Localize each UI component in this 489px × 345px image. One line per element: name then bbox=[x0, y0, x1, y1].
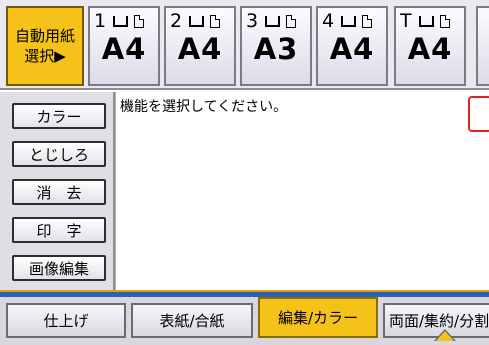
tray-bypass-button[interactable]: T A4 bbox=[394, 6, 466, 86]
tray-icon bbox=[341, 15, 357, 27]
auto-paper-label-line2: 選択▶ bbox=[24, 47, 66, 65]
message-area bbox=[115, 92, 489, 292]
tab-edit-color[interactable]: 編集/カラー bbox=[258, 297, 378, 338]
paper-orientation-icon bbox=[362, 14, 373, 28]
paper-orientation-icon bbox=[286, 14, 297, 28]
tray-paper-size: A4 bbox=[329, 32, 375, 66]
tray-label: 1 bbox=[94, 10, 107, 32]
tray-icon bbox=[189, 15, 205, 27]
tray-paper-size: A4 bbox=[101, 32, 147, 66]
scroll-up-arrow-icon[interactable] bbox=[436, 331, 454, 341]
tray-paper-size: A3 bbox=[253, 32, 299, 66]
image-edit-button[interactable]: 画像編集 bbox=[12, 255, 106, 281]
tray-icon bbox=[418, 15, 434, 27]
auto-paper-select-button[interactable]: 自動用紙 選択▶ bbox=[6, 6, 84, 86]
auto-paper-label-line1: 自動用紙 bbox=[14, 27, 75, 45]
tray-3-button[interactable]: 3 A3 bbox=[240, 6, 312, 86]
paper-orientation-icon bbox=[210, 14, 221, 28]
tab-cover-slip[interactable]: 表紙/合紙 bbox=[131, 303, 253, 338]
stamp-button[interactable]: 印 字 bbox=[12, 217, 106, 243]
tray-paper-size: A4 bbox=[407, 32, 453, 66]
margin-button[interactable]: とじしろ bbox=[12, 141, 106, 167]
tray-1-button[interactable]: 1 A4 bbox=[88, 6, 160, 86]
paper-orientation-icon bbox=[134, 14, 145, 28]
color-button[interactable]: カラー bbox=[12, 103, 106, 129]
erase-button[interactable]: 消 去 bbox=[12, 179, 106, 205]
tray-label: 4 bbox=[322, 10, 335, 32]
tray-next-partial[interactable] bbox=[476, 6, 489, 86]
tray-paper-size: A4 bbox=[177, 32, 223, 66]
tray-4-button[interactable]: 4 A4 bbox=[316, 6, 388, 86]
tray-label: 2 bbox=[170, 10, 183, 32]
paper-orientation-icon bbox=[439, 14, 450, 28]
status-message: 機能を選択してください。 bbox=[120, 99, 288, 115]
tray-label: 3 bbox=[246, 10, 259, 32]
partial-button[interactable] bbox=[468, 96, 489, 132]
tray-label: T bbox=[400, 10, 412, 32]
tray-2-button[interactable]: 2 A4 bbox=[164, 6, 236, 86]
tab-finishing[interactable]: 仕上げ bbox=[6, 303, 126, 338]
tray-icon bbox=[113, 15, 129, 27]
tray-icon bbox=[265, 15, 281, 27]
